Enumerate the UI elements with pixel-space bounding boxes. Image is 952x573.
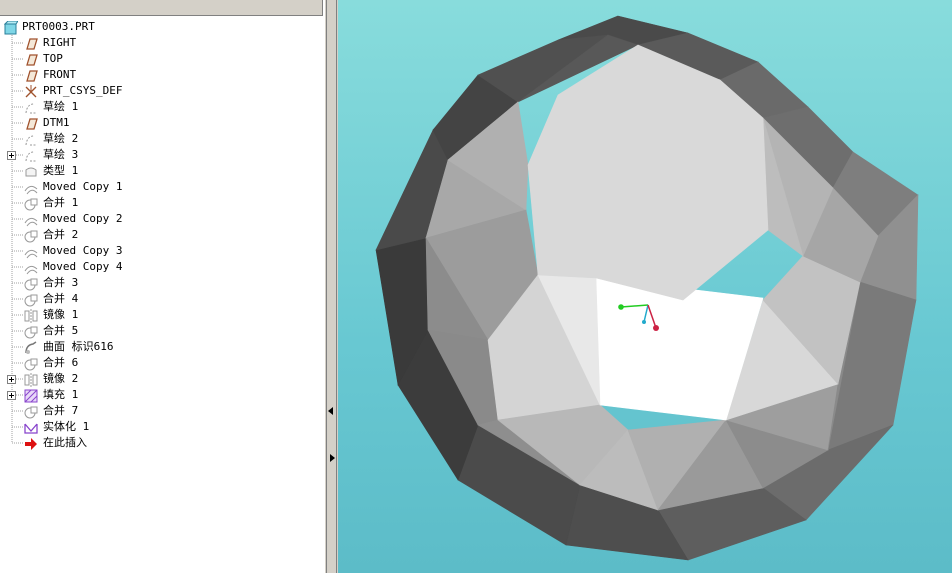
tree-item-label: Moved Copy 2 xyxy=(43,212,123,225)
tree-item-label: TOP xyxy=(43,52,63,65)
datum-plane-icon xyxy=(24,36,38,50)
merge-icon xyxy=(24,404,38,419)
tree-item[interactable]: FRONT xyxy=(0,67,320,83)
expand-plus-icon[interactable] xyxy=(7,375,16,384)
mirror-icon xyxy=(24,372,38,387)
tree-item-label: 合并 7 xyxy=(43,404,79,417)
surface-id-icon xyxy=(24,340,38,354)
tree-item-label: FRONT xyxy=(43,68,77,81)
tree-item-label: 在此插入 xyxy=(43,436,87,449)
tree-item[interactable]: 草绘 1 xyxy=(0,99,320,115)
collapse-left-arrow-icon[interactable] xyxy=(328,407,333,415)
tree-item[interactable]: Moved Copy 4 xyxy=(0,259,320,275)
tree-item[interactable]: 草绘 3 xyxy=(0,147,320,163)
tree-item-label: Moved Copy 3 xyxy=(43,244,123,257)
moved-copy-icon xyxy=(24,260,38,275)
coordinate-system-icon xyxy=(24,84,38,98)
polyhedron-model[interactable] xyxy=(338,0,952,573)
merge-icon xyxy=(24,324,38,339)
tree-item[interactable]: 合并 6 xyxy=(0,355,320,371)
tree-item[interactable]: 合并 3 xyxy=(0,275,320,291)
graphics-viewport[interactable] xyxy=(338,0,952,573)
sketch-icon xyxy=(24,148,38,162)
tree-item[interactable]: 曲面 标识616 xyxy=(0,339,320,355)
sketch-icon xyxy=(24,132,38,146)
tree-item[interactable]: PRT_CSYS_DEF xyxy=(0,83,320,99)
tree-item-label: 合并 4 xyxy=(43,292,79,305)
tree-item[interactable]: 实体化 1 xyxy=(0,419,320,435)
tree-root-item[interactable]: PRT0003.PRT xyxy=(0,19,320,35)
mirror-icon xyxy=(24,308,38,323)
tree-item-label: PRT0003.PRT xyxy=(22,20,95,33)
tree-item-label: RIGHT xyxy=(43,36,77,49)
surface-type-icon xyxy=(24,164,38,178)
model-tree-panel: PRT0003.PRT RIGHT TOP FRONT PRT_CSYS_DEF 草绘 1… xyxy=(0,0,324,573)
part-icon xyxy=(3,20,19,35)
moved-copy-icon xyxy=(24,244,38,259)
tree-item-label: 合并 3 xyxy=(43,276,79,289)
tree-item[interactable]: 在此插入 xyxy=(0,435,320,451)
tree-item[interactable]: 镜像 2 xyxy=(0,371,320,387)
tree-item-label: PRT_CSYS_DEF xyxy=(43,84,123,97)
tree-item-label: DTM1 xyxy=(43,116,70,129)
merge-icon xyxy=(24,276,38,291)
tree-item[interactable]: DTM1 xyxy=(0,115,320,131)
tree-item[interactable]: RIGHT xyxy=(0,35,320,51)
tree-item-label: Moved Copy 1 xyxy=(43,180,123,193)
tree-item-label: 合并 5 xyxy=(43,324,79,337)
expand-plus-icon[interactable] xyxy=(7,151,16,160)
moved-copy-icon xyxy=(24,212,38,227)
fill-icon xyxy=(24,388,38,403)
tree-item-label: 草绘 3 xyxy=(43,148,79,161)
tree-item-label: 镜像 2 xyxy=(43,372,79,385)
tree-item-label: 草绘 1 xyxy=(43,100,79,113)
tree-item[interactable]: 填充 1 xyxy=(0,387,320,403)
tree-item-label: 合并 2 xyxy=(43,228,79,241)
tree-item[interactable]: Moved Copy 2 xyxy=(0,211,320,227)
tree-item[interactable]: 草绘 2 xyxy=(0,131,320,147)
tree-item[interactable]: 合并 1 xyxy=(0,195,320,211)
insert-here-arrow-icon xyxy=(24,436,38,450)
tree-item[interactable]: 合并 5 xyxy=(0,323,320,339)
sketch-icon xyxy=(24,100,38,114)
merge-icon xyxy=(24,292,38,307)
merge-icon xyxy=(24,228,38,243)
expand-plus-icon[interactable] xyxy=(7,391,16,400)
tree-item[interactable]: 合并 2 xyxy=(0,227,320,243)
expand-right-arrow-icon[interactable] xyxy=(330,454,335,462)
merge-icon xyxy=(24,356,38,371)
datum-plane-icon xyxy=(24,52,38,66)
splitter-edge xyxy=(336,0,337,573)
tree-item[interactable]: 镜像 1 xyxy=(0,307,320,323)
tree-item-label: 合并 1 xyxy=(43,196,79,209)
solidify-icon xyxy=(24,420,38,434)
tree-item-label: 填充 1 xyxy=(43,388,79,401)
datum-plane-icon xyxy=(24,68,38,82)
tree-item-label: Moved Copy 4 xyxy=(43,260,123,273)
tree-item[interactable]: Moved Copy 3 xyxy=(0,243,320,259)
splitter-edge xyxy=(326,0,327,573)
datum-plane-icon xyxy=(24,116,38,130)
tree-item-label: 合并 6 xyxy=(43,356,79,369)
tree-item[interactable]: 合并 7 xyxy=(0,403,320,419)
tree-item[interactable]: 合并 4 xyxy=(0,291,320,307)
tree-item[interactable]: TOP xyxy=(0,51,320,67)
tree-item-label: 镜像 1 xyxy=(43,308,79,321)
merge-icon xyxy=(24,196,38,211)
tree-item-label: 类型 1 xyxy=(43,164,79,177)
tree-item-label: 实体化 1 xyxy=(43,420,90,433)
tree-item-label: 草绘 2 xyxy=(43,132,79,145)
moved-copy-icon xyxy=(24,180,38,195)
panel-splitter[interactable] xyxy=(324,0,339,573)
tree-item[interactable]: Moved Copy 1 xyxy=(0,179,320,195)
tree-item[interactable]: 类型 1 xyxy=(0,163,320,179)
tree-item-label: 曲面 标识616 xyxy=(43,340,114,353)
